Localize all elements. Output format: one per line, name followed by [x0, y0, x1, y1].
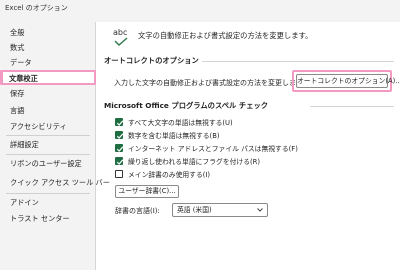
autocorrect-description: 入力した文字の自動修正および書式設定の方法を変更します: [114, 79, 306, 87]
title-bar: Excel のオプション [0, 0, 400, 22]
checkmark-icon [116, 146, 124, 152]
section-divider [202, 61, 394, 62]
checkbox[interactable] [115, 144, 124, 152]
option-label: 繰り返し使われる単語にフラグを付ける(R) [128, 158, 261, 166]
option-ignore-numbers[interactable]: 数字を含む単語は無視する(B) [115, 130, 220, 140]
option-flag-repeated-words[interactable]: 繰り返し使われる単語にフラグを付ける(R) [115, 156, 260, 166]
checkbox[interactable] [115, 118, 124, 126]
page-description: 文字の自動修正および書式設定の方法を変更します。 [138, 31, 313, 40]
option-ignore-uppercase[interactable]: すべて大文字の単語は無視する(U) [115, 117, 233, 127]
dictionary-language-select[interactable]: 英語 (米国) [172, 203, 268, 217]
dictionary-language-label: 辞書の言語(I): [115, 207, 160, 215]
proofing-panel: abc 文字の自動修正および書式設定の方法を変更します。 オートコレクトのオプシ… [96, 22, 400, 270]
checkmark-icon [114, 37, 128, 46]
abc-icon-text: abc [113, 28, 128, 37]
option-ignore-internet-addresses[interactable]: インターネット アドレスとファイル パスは無視する(F) [115, 143, 298, 153]
user-dictionary-button[interactable]: ユーザー辞書(C)... [115, 185, 179, 198]
sidebar-item-general[interactable]: 全般 [0, 25, 96, 40]
checkbox[interactable] [115, 131, 124, 139]
checkmark-icon [116, 159, 124, 165]
checkbox[interactable] [115, 157, 124, 165]
sidebar-item-proofing[interactable]: 文章校正 [0, 70, 96, 85]
sidebar-item-save[interactable]: 保存 [0, 86, 96, 101]
spelling-section-title: Microsoft Office プログラムのスペル チェック [104, 101, 269, 110]
sidebar-item-customize-ribbon[interactable]: リボンのユーザー設定 [0, 156, 96, 171]
sidebar-item-formulas[interactable]: 数式 [0, 40, 96, 55]
sidebar-divider [6, 154, 90, 155]
sidebar-item-trust-center[interactable]: トラスト センター [0, 211, 96, 226]
sidebar-divider [6, 135, 90, 136]
option-main-dictionary-only[interactable]: メイン辞書のみ使用する(I) [115, 169, 210, 179]
option-label: メイン辞書のみ使用する(I) [128, 171, 211, 179]
options-sidebar: 全般 数式 データ 文章校正 保存 言語 アクセシビリティ 詳細設定 リボンのユ… [0, 22, 110, 270]
checkmark-icon [116, 133, 124, 139]
sidebar-item-quick-access-toolbar[interactable]: クイック アクセス ツール バー [0, 175, 110, 190]
autocorrect-options-button[interactable]: オートコレクトのオプション(A)... [296, 74, 400, 88]
autocorrect-section-title: オートコレクトのオプション [104, 56, 199, 65]
abc-check-icon: abc [112, 28, 134, 48]
checkbox[interactable] [115, 170, 123, 178]
sidebar-item-add-ins[interactable]: アドイン [0, 195, 96, 210]
sidebar-item-data[interactable]: データ [0, 55, 96, 70]
window-title: Excel のオプション [5, 4, 68, 12]
option-label: インターネット アドレスとファイル パスは無視する(F) [128, 145, 298, 153]
sidebar-item-advanced[interactable]: 詳細設定 [0, 137, 96, 152]
chevron-down-icon [257, 208, 263, 212]
sidebar-divider [6, 193, 90, 194]
section-divider [310, 106, 394, 107]
option-label: すべて大文字の単語は無視する(U) [128, 119, 233, 127]
checkmark-icon [116, 120, 124, 126]
sidebar-item-language[interactable]: 言語 [0, 103, 96, 118]
sidebar-item-accessibility[interactable]: アクセシビリティ [0, 119, 96, 134]
dictionary-language-value: 英語 (米国) [177, 206, 212, 214]
option-label: 数字を含む単語は無視する(B) [128, 132, 220, 140]
